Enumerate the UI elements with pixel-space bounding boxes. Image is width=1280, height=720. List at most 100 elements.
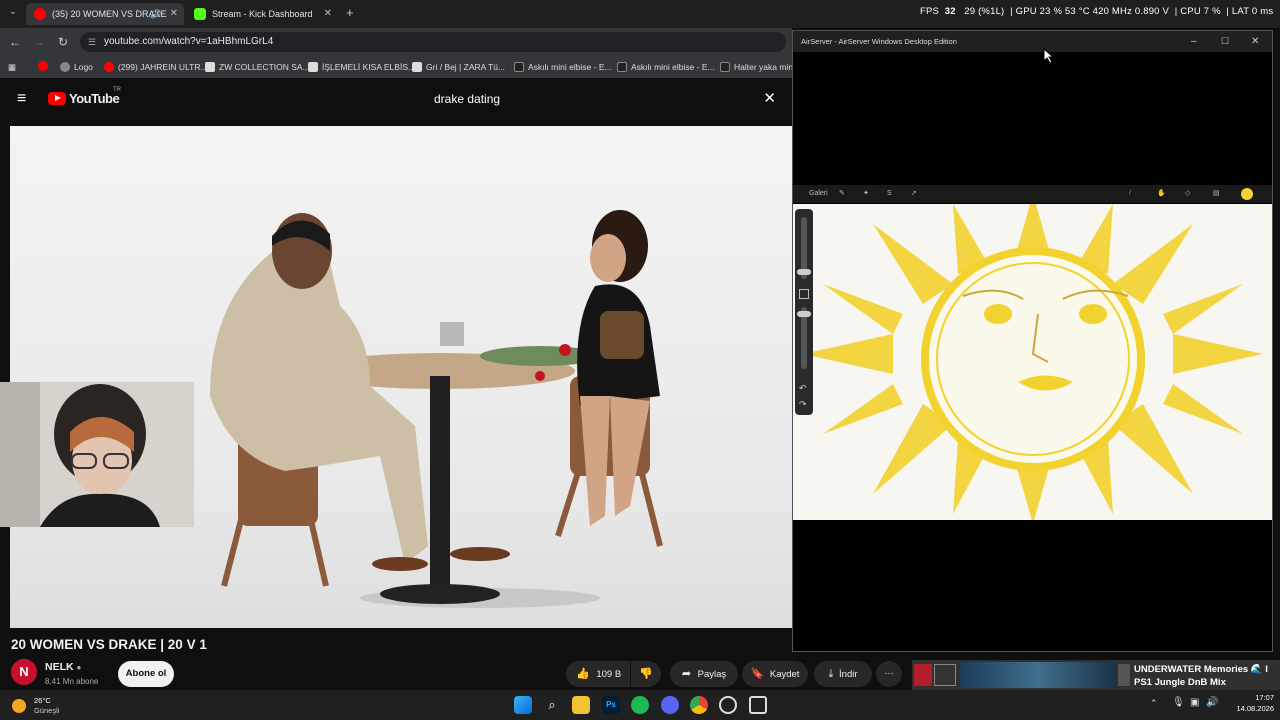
- back-icon[interactable]: ←: [7, 34, 23, 50]
- subscribe-button[interactable]: Abone ol: [118, 661, 174, 687]
- avatar-initial: N: [19, 664, 29, 679]
- audio-icon[interactable]: 🔊: [150, 3, 161, 25]
- album-thumbnail: [914, 664, 932, 686]
- obs-icon[interactable]: [719, 696, 737, 714]
- tray-chevron-icon[interactable]: ⌃: [1150, 698, 1158, 709]
- bookmark-label: Logo: [74, 62, 93, 72]
- eraser-icon[interactable]: ◇: [1185, 185, 1190, 203]
- bookmark-islemeli[interactable]: İŞLEMELİ KISA ELBİS...: [308, 61, 415, 73]
- bookmark-label: Askılı mini elbise - E...: [631, 62, 715, 72]
- bookmark-label: Gri / Bej | ZARA Tü...: [426, 62, 506, 72]
- discord-icon[interactable]: [661, 696, 679, 714]
- bookmark-logo[interactable]: Logo: [60, 61, 93, 73]
- youtube-search-input[interactable]: drake dating ✕: [422, 86, 784, 112]
- youtube-header: ≡ YouTube TR drake dating ✕: [0, 78, 792, 122]
- modify-square-icon[interactable]: [799, 289, 809, 299]
- search-icon[interactable]: ⌕: [543, 696, 561, 714]
- tab-youtube[interactable]: (35) 20 WOMEN VS DRAKE 🔊 ✕: [26, 3, 184, 25]
- transform-icon[interactable]: ➚: [911, 185, 917, 203]
- start-icon[interactable]: [514, 696, 532, 714]
- bookmark-label: Askılı mini elbise - E...: [528, 62, 612, 72]
- photoshop-icon[interactable]: Ps: [602, 696, 620, 714]
- file-explorer-icon[interactable]: [572, 696, 590, 714]
- sun-weather-icon: [12, 699, 26, 713]
- save-button[interactable]: 🔖 Kaydet: [742, 661, 808, 687]
- bookmark-youtube-icon[interactable]: [38, 61, 48, 73]
- sun-drawing: [803, 204, 1263, 520]
- url-text: youtube.com/watch?v=1aHBhmLGrL4: [104, 36, 274, 47]
- video-player[interactable]: [10, 126, 792, 628]
- like-button[interactable]: 👍 109 B: [566, 661, 630, 687]
- volume-icon[interactable]: 🔊: [1206, 697, 1218, 708]
- site-info-icon[interactable]: ☰: [88, 32, 96, 52]
- video-thumbnail: [960, 662, 1116, 688]
- close-tab-icon[interactable]: ✕: [324, 3, 332, 25]
- reload-icon[interactable]: ↻: [55, 34, 71, 50]
- drawing-canvas[interactable]: [793, 204, 1272, 520]
- clock[interactable]: 17:07 14.08.2026: [1222, 693, 1274, 713]
- address-bar: ← → ↻ ☰ youtube.com/watch?v=1aHBhmLGrL4: [0, 28, 792, 56]
- airserver-taskbar-icon[interactable]: [749, 696, 767, 714]
- tab-kick-label: Stream - Kick Dashboard: [212, 9, 313, 19]
- close-tab-icon[interactable]: ✕: [170, 3, 178, 25]
- brush-icon[interactable]: /: [1129, 185, 1131, 203]
- undo-icon[interactable]: ↶: [799, 383, 807, 394]
- minimize-icon[interactable]: –: [1191, 31, 1197, 52]
- more-actions-button[interactable]: ···: [876, 661, 902, 687]
- mic-icon[interactable]: 🎙: [1172, 697, 1185, 708]
- layers-icon[interactable]: ▤: [1213, 185, 1220, 203]
- channel-avatar[interactable]: N: [11, 659, 37, 685]
- chrome-icon[interactable]: [690, 696, 708, 714]
- maximize-icon[interactable]: ☐: [1221, 31, 1229, 52]
- wrench-icon[interactable]: ✎: [839, 185, 845, 203]
- dislike-button[interactable]: 👎: [631, 661, 661, 687]
- recommendation-strip[interactable]: UNDERWATER Memories 🌊 I PS1 Jungle DnB M…: [912, 660, 1280, 690]
- select-icon[interactable]: S: [887, 185, 892, 203]
- webcam-overlay: [0, 382, 194, 527]
- bookmark-zw[interactable]: ZW COLLECTION SA...: [205, 61, 310, 73]
- color-swatch[interactable]: [1241, 188, 1253, 200]
- bookmark-askili-2[interactable]: Askılı mini elbise - E...: [617, 61, 715, 73]
- bookmark-halter[interactable]: Halter yaka mini: [720, 61, 792, 73]
- tab-kick[interactable]: Stream - Kick Dashboard ✕: [186, 3, 338, 25]
- bookmark-jahrein[interactable]: (299) JAHREIN ULTR...: [104, 61, 208, 73]
- windows-taskbar: 26°C Güneşli ⌕ Ps ⌃ 🎙 ▣ 🔊 17:07 14.08.20…: [0, 690, 1280, 720]
- bookmark-askili-1[interactable]: Askılı mini elbise - E...: [514, 61, 612, 73]
- apps-icon[interactable]: ▦: [8, 61, 16, 73]
- smudge-icon[interactable]: ✋: [1157, 185, 1166, 203]
- gpu-label: GPU: [1015, 6, 1037, 17]
- like-icon: 👍: [576, 668, 590, 680]
- redo-icon[interactable]: ↷: [799, 399, 807, 410]
- new-tab-button[interactable]: +: [346, 5, 354, 20]
- gallery-button[interactable]: Galeri: [809, 185, 828, 203]
- bookmark-label: İŞLEMELİ KISA ELBİS...: [322, 62, 416, 72]
- cpu-label: CPU: [1180, 6, 1201, 17]
- webcam-feed: [0, 382, 194, 527]
- subscribe-label: Abone ol: [125, 668, 167, 679]
- airserver-window: AirServer - AirServer Windows Desktop Ed…: [792, 30, 1273, 652]
- download-icon: ⤓: [828, 668, 834, 680]
- url-input[interactable]: ☰ youtube.com/watch?v=1aHBhmLGrL4: [80, 32, 786, 52]
- recommend-subtitle: PS1 Jungle DnB Mix: [1134, 677, 1226, 688]
- menu-icon[interactable]: ≡: [17, 91, 26, 107]
- fps-label: FPS: [920, 6, 940, 17]
- forward-icon[interactable]: →: [31, 34, 47, 50]
- share-button[interactable]: ➦ Paylaş: [670, 661, 738, 687]
- subscriber-count: 8,41 Mn abone: [45, 677, 99, 686]
- bookmark-zara[interactable]: Gri / Bej | ZARA Tü...: [412, 61, 505, 73]
- airserver-titlebar[interactable]: AirServer - AirServer Windows Desktop Ed…: [793, 31, 1272, 52]
- download-button[interactable]: ⤓ İndir: [814, 661, 872, 687]
- dislike-icon: 👎: [639, 668, 653, 680]
- clear-search-icon[interactable]: ✕: [763, 86, 776, 112]
- network-icon[interactable]: ▣: [1190, 697, 1199, 708]
- channel-name[interactable]: NELK ●: [45, 661, 81, 673]
- spotify-icon[interactable]: [631, 696, 649, 714]
- slider-thumb[interactable]: [797, 269, 811, 275]
- adjust-icon[interactable]: ✦: [863, 185, 869, 203]
- slider-thumb[interactable]: [797, 311, 811, 317]
- youtube-wordmark: YouTube: [69, 91, 120, 106]
- close-window-icon[interactable]: ✕: [1251, 31, 1259, 52]
- mouse-cursor-icon: [1043, 48, 1055, 64]
- clock-time: 17:07: [1255, 693, 1274, 702]
- tab-search-button[interactable]: ⌄: [6, 6, 20, 20]
